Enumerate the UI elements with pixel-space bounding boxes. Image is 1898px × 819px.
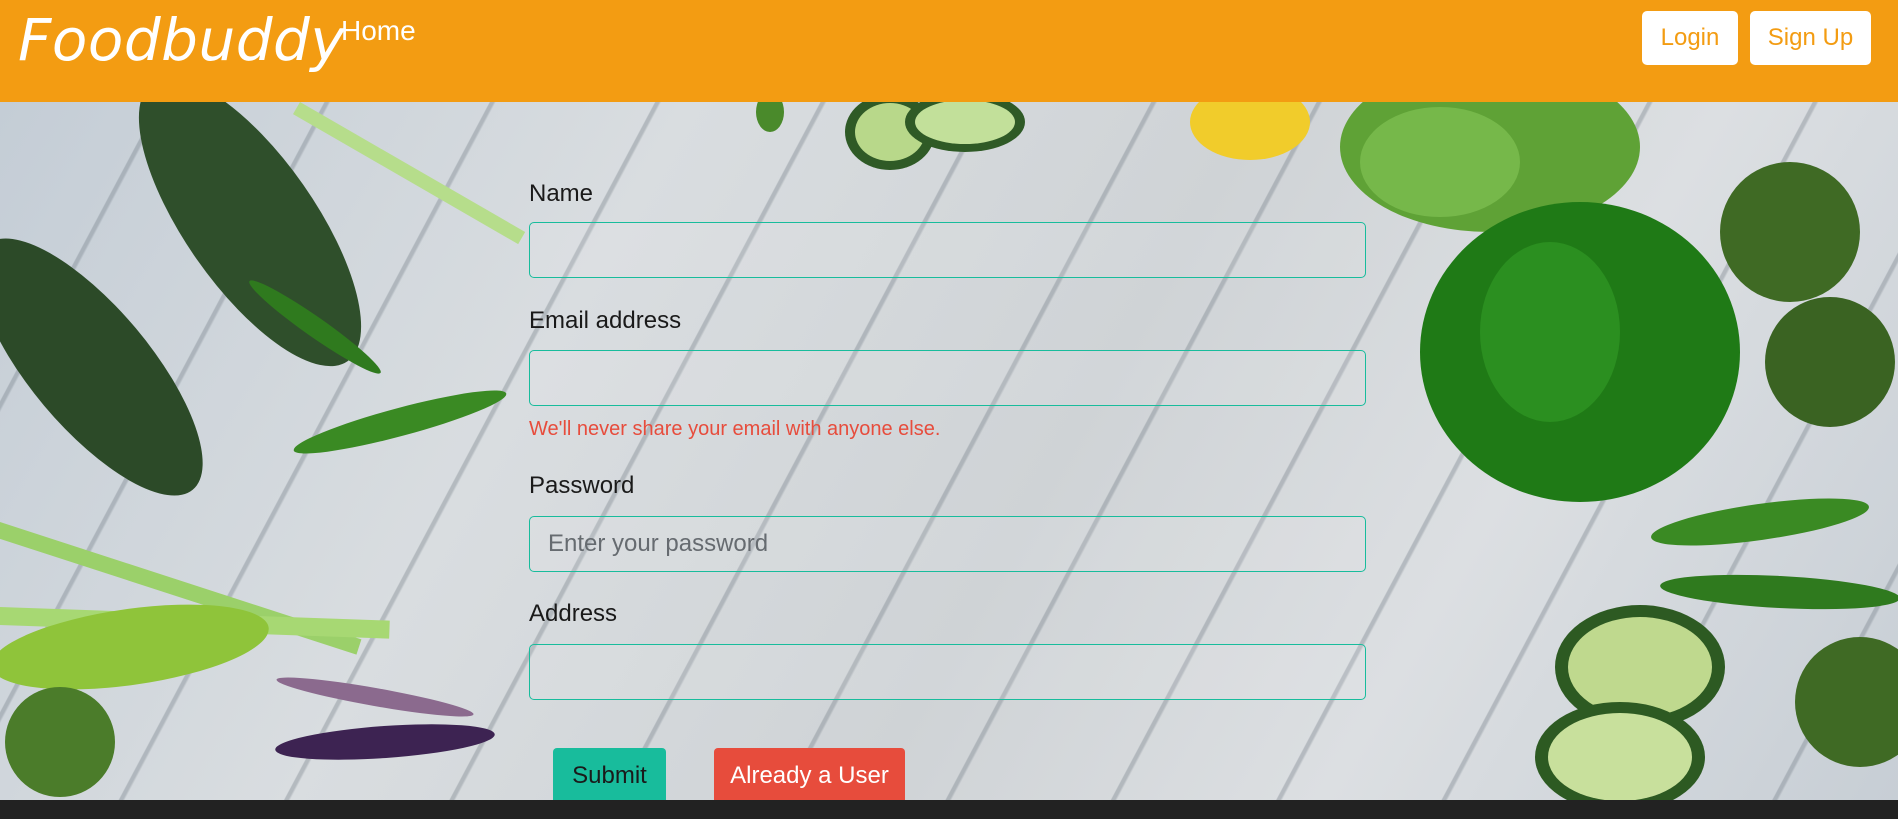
nav-home-link[interactable]: Home bbox=[341, 15, 416, 47]
email-label: Email address bbox=[529, 307, 682, 334]
submit-button[interactable]: Submit bbox=[553, 748, 666, 800]
login-button[interactable]: Login bbox=[1642, 11, 1738, 65]
sign-up-button[interactable]: Sign Up bbox=[1750, 11, 1871, 65]
footer-bar bbox=[0, 800, 1898, 819]
email-help-text: We'll never share your email with anyone… bbox=[529, 418, 941, 440]
brand-logo[interactable]: Foodbuddy bbox=[18, 6, 345, 74]
vegetable-background: Name Email address We'll never share you… bbox=[0, 102, 1898, 800]
address-input[interactable] bbox=[529, 644, 1366, 700]
password-input[interactable] bbox=[529, 516, 1366, 572]
already-user-button[interactable]: Already a User bbox=[714, 748, 905, 800]
email-input[interactable] bbox=[529, 350, 1366, 406]
address-label: Address bbox=[529, 600, 618, 627]
navbar: Foodbuddy Home Login Sign Up bbox=[0, 0, 1898, 102]
name-input[interactable] bbox=[529, 222, 1366, 278]
name-label: Name bbox=[529, 180, 594, 207]
password-label: Password bbox=[529, 472, 635, 499]
